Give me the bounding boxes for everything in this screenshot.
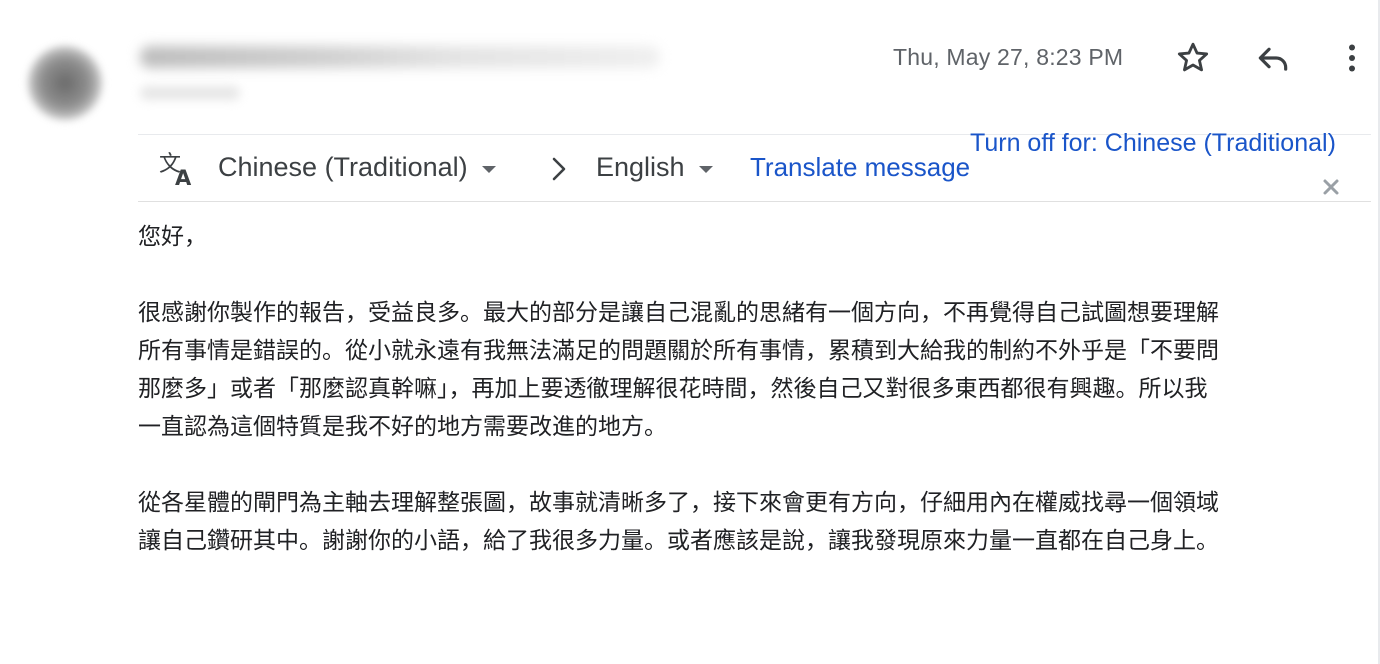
message-paragraph: 從各星體的閘門為主軸去理解整張圖，故事就清晰多了，接下來會更有方向，仔細用內在權… [138,490,1219,554]
reply-arrow-icon [1258,47,1288,71]
chevron-down-icon [481,165,496,173]
target-language-dropdown[interactable]: English [596,152,713,183]
star-button[interactable] [1173,38,1213,78]
translate-message-link[interactable]: Translate message [750,152,970,183]
source-language-label: Chinese (Traditional) [218,152,468,182]
reply-button[interactable] [1253,38,1293,78]
message-greeting: 您好， [138,224,207,250]
more-options-button[interactable] [1332,38,1372,78]
star-outline-icon [1177,42,1209,72]
chevron-right-icon [546,154,572,189]
message-timestamp: Thu, May 27, 8:23 PM [893,44,1124,70]
sender-recipient-redacted [140,86,240,100]
close-icon[interactable] [1321,177,1341,202]
svg-text:A: A [175,166,192,189]
sender-name-redacted [140,46,660,68]
source-language-dropdown[interactable]: Chinese (Traditional) [218,152,496,183]
message-body: 您好， 很感謝你製作的報告，受益良多。最大的部分是讓自己混亂的思緒有一個方向，不… [138,218,1368,598]
sender-avatar[interactable] [28,46,102,120]
more-vertical-icon [1349,44,1355,72]
translate-bar: 文 A Chinese (Traditional) English Transl… [138,129,1371,202]
chevron-down-icon [698,165,713,173]
translate-icon: 文 A [158,149,198,194]
message-paragraph: 很感謝你製作的報告，受益良多。最大的部分是讓自己混亂的思緒有一個方向，不再覺得自… [138,300,1219,440]
target-language-label: English [596,152,685,182]
turn-off-translation-link[interactable]: Turn off for: Chinese (Traditional) [970,129,1336,158]
